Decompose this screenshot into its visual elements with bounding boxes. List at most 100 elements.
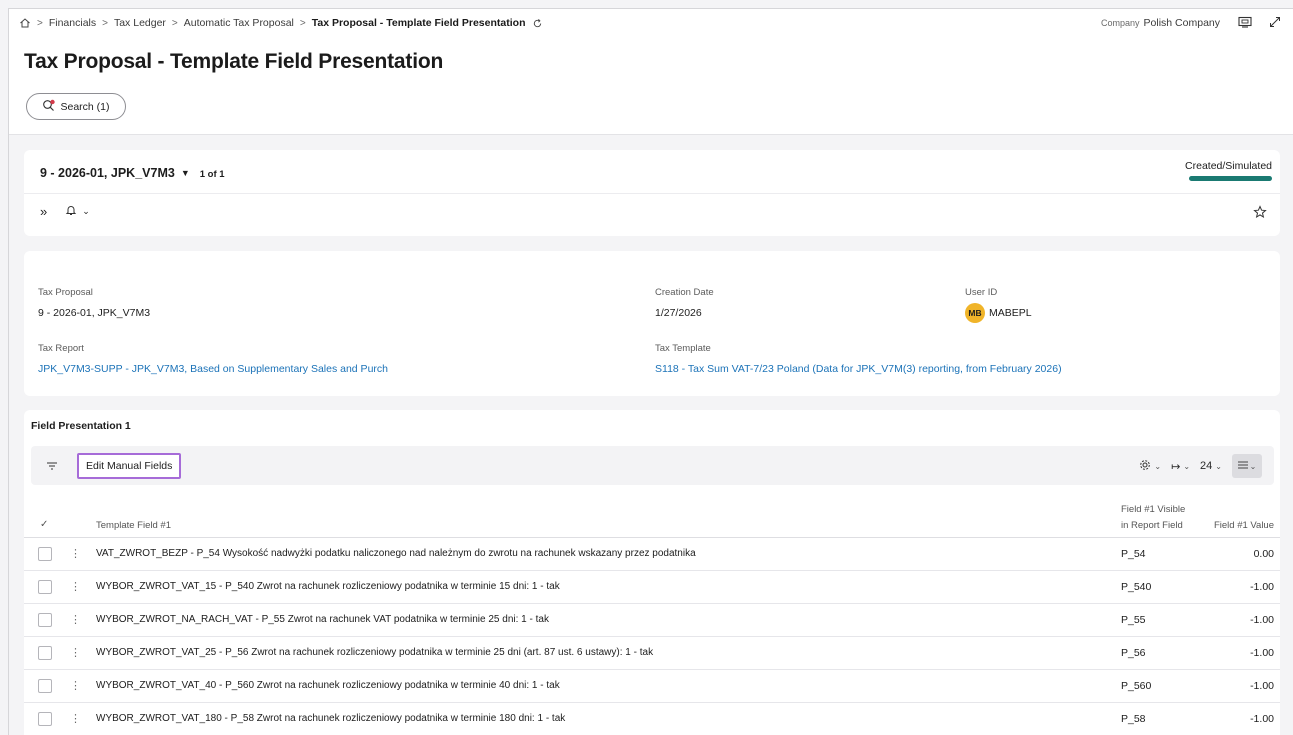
field-label: User ID <box>965 287 998 298</box>
expand-panel-icon[interactable]: » <box>40 204 47 219</box>
row-actions-icon[interactable]: ⋮ <box>70 712 81 725</box>
chevron-down-icon: ⌄ <box>1183 461 1191 471</box>
company-selector[interactable]: Company Polish Company <box>1101 17 1220 29</box>
expand-icon[interactable] <box>1268 15 1282 29</box>
template-field-cell: WYBOR_ZWROT_NA_RACH_VAT - P_55 Zwrot na … <box>96 614 549 625</box>
user-id-field: User ID MB MABEPL <box>965 287 1032 323</box>
row-actions-icon[interactable]: ⋮ <box>70 646 81 659</box>
favorite-star-icon[interactable] <box>1252 204 1268 220</box>
chevron-down-icon: ⌄ <box>82 206 90 216</box>
value-cell: -1.00 <box>1250 581 1274 593</box>
column-header-visible-line2[interactable]: in Report Field <box>1121 520 1183 531</box>
value-cell: -1.00 <box>1250 614 1274 626</box>
row-checkbox[interactable] <box>38 547 52 561</box>
column-width-menu[interactable]: ↦ ⌄ <box>1171 460 1190 473</box>
company-label: Company <box>1101 18 1140 28</box>
table-row[interactable]: ⋮ WYBOR_ZWROT_VAT_180 - P_58 Zwrot na ra… <box>24 703 1280 735</box>
table-row[interactable]: ⋮ WYBOR_ZWROT_VAT_15 - P_540 Zwrot na ra… <box>24 571 1280 604</box>
value-cell: -1.00 <box>1250 680 1274 692</box>
breadcrumb-separator: > <box>37 17 43 29</box>
field-label: Creation Date <box>655 287 714 298</box>
breadcrumb-item-automatic-tax-proposal[interactable]: Automatic Tax Proposal <box>184 17 294 29</box>
row-actions-icon[interactable]: ⋮ <box>70 613 81 626</box>
breadcrumb-separator: > <box>299 17 306 29</box>
select-all-check-icon[interactable]: ✓ <box>40 519 48 530</box>
breadcrumb-separator: > <box>171 17 178 29</box>
status-label: Created/Simulated <box>1185 160 1272 172</box>
user-id-value[interactable]: MABEPL <box>989 307 1032 319</box>
record-selector[interactable]: 9 - 2026-01, JPK_V7M3 ▼ 1 of 1 <box>40 166 225 180</box>
report-field-cell: P_540 <box>1121 581 1152 593</box>
field-label: Tax Report <box>38 343 84 354</box>
column-header-template-field[interactable]: Template Field #1 <box>96 520 171 531</box>
row-checkbox[interactable] <box>38 646 52 660</box>
avatar: MB <box>965 303 985 323</box>
settings-menu[interactable]: ⌄ <box>1139 459 1161 474</box>
table-row[interactable]: ⋮ WYBOR_ZWROT_VAT_25 - P_56 Zwrot na rac… <box>24 637 1280 670</box>
tax-report-link[interactable]: JPK_V7M3-SUPP - JPK_V7M3, Based on Suppl… <box>38 363 388 375</box>
filter-icon[interactable] <box>45 459 59 473</box>
field-value: 1/27/2026 <box>655 307 702 319</box>
page-header: > Financials > Tax Ledger > Automatic Ta… <box>9 9 1293 135</box>
chevron-down-icon: ⌄ <box>1249 461 1257 471</box>
arrow-right-bar-icon: ↦ <box>1171 460 1181 473</box>
home-icon[interactable] <box>19 17 31 29</box>
tax-proposal-field: Tax Proposal 9 - 2026-01, JPK_V7M3 <box>38 287 150 319</box>
view-mode-button[interactable]: ⌄ <box>1232 454 1262 478</box>
page-size-value: 24 <box>1200 460 1213 472</box>
company-value: Polish Company <box>1143 17 1220 29</box>
template-field-cell: WYBOR_ZWROT_VAT_25 - P_56 Zwrot na rachu… <box>96 647 654 658</box>
list-toolbar: Edit Manual Fields ⌄ ↦ ⌄ 24 ⌄ ⌄ <box>31 446 1274 485</box>
field-presentation-card: Field Presentation 1 Edit Manual Fields … <box>24 410 1280 735</box>
column-header-value[interactable]: Field #1 Value <box>1214 520 1274 531</box>
record-header-card: 9 - 2026-01, JPK_V7M3 ▼ 1 of 1 Created/S… <box>24 150 1280 236</box>
tax-template-link[interactable]: S118 - Tax Sum VAT-7/23 Poland (Data for… <box>655 363 1062 375</box>
tax-report-field: Tax Report JPK_V7M3-SUPP - JPK_V7M3, Bas… <box>38 343 388 375</box>
row-checkbox[interactable] <box>38 679 52 693</box>
screen-icon[interactable] <box>1238 15 1252 29</box>
status-indicator: Created/Simulated <box>1185 160 1272 181</box>
row-checkbox[interactable] <box>38 580 52 594</box>
report-field-cell: P_58 <box>1121 713 1146 725</box>
column-header-visible-line1[interactable]: Field #1 Visible <box>1121 504 1185 515</box>
value-cell: -1.00 <box>1250 647 1274 659</box>
field-label: Tax Proposal <box>38 287 93 298</box>
creation-date-field: Creation Date 1/27/2026 <box>655 287 714 319</box>
row-actions-icon[interactable]: ⋮ <box>70 679 81 692</box>
template-field-cell: WYBOR_ZWROT_VAT_180 - P_58 Zwrot na rach… <box>96 713 566 724</box>
table-row[interactable]: ⋮ VAT_ZWROT_BEZP - P_54 Wysokość nadwyżk… <box>24 538 1280 571</box>
table-row[interactable]: ⋮ WYBOR_ZWROT_NA_RACH_VAT - P_55 Zwrot n… <box>24 604 1280 637</box>
row-checkbox[interactable] <box>38 613 52 627</box>
breadcrumb-current: Tax Proposal - Template Field Presentati… <box>311 17 526 29</box>
search-button[interactable]: Search (1) <box>26 93 126 120</box>
chevron-down-icon: ⌄ <box>1215 461 1222 471</box>
table-row[interactable]: ⋮ WYBOR_ZWROT_VAT_40 - P_560 Zwrot na ra… <box>24 670 1280 703</box>
record-title: 9 - 2026-01, JPK_V7M3 <box>40 166 175 180</box>
refresh-icon[interactable] <box>531 17 543 29</box>
breadcrumb-item-financials[interactable]: Financials <box>49 17 96 29</box>
report-field-cell: P_560 <box>1121 680 1152 692</box>
row-checkbox[interactable] <box>38 712 52 726</box>
bell-icon <box>65 204 77 219</box>
edit-manual-fields-button[interactable]: Edit Manual Fields <box>77 453 182 479</box>
row-actions-icon[interactable]: ⋮ <box>70 547 81 560</box>
details-card: Tax Proposal 9 - 2026-01, JPK_V7M3 Creat… <box>24 251 1280 396</box>
page-size-select[interactable]: 24 ⌄ <box>1200 460 1222 472</box>
record-count: 1 of 1 <box>199 168 225 180</box>
breadcrumb-item-tax-ledger[interactable]: Tax Ledger <box>114 17 166 29</box>
report-field-cell: P_54 <box>1121 548 1146 560</box>
list-view-icon <box>1237 460 1248 472</box>
row-actions-icon[interactable]: ⋮ <box>70 580 81 593</box>
section-title: Field Presentation 1 <box>31 420 131 432</box>
template-field-cell: WYBOR_ZWROT_VAT_40 - P_560 Zwrot na rach… <box>96 680 560 691</box>
gear-icon <box>1139 459 1151 474</box>
breadcrumb: > Financials > Tax Ledger > Automatic Ta… <box>19 17 543 29</box>
table-header: ✓ Template Field #1 Field #1 Visible in … <box>24 494 1280 538</box>
template-field-cell: WYBOR_ZWROT_VAT_15 - P_540 Zwrot na rach… <box>96 581 560 592</box>
page-title: Tax Proposal - Template Field Presentati… <box>24 50 444 73</box>
report-field-cell: P_56 <box>1121 647 1146 659</box>
app-frame: > Financials > Tax Ledger > Automatic Ta… <box>8 8 1293 735</box>
notification-menu[interactable]: ⌄ <box>65 204 90 219</box>
user-id-value-wrap: MB MABEPL <box>965 303 1032 323</box>
caret-down-icon[interactable]: ▼ <box>181 168 190 178</box>
